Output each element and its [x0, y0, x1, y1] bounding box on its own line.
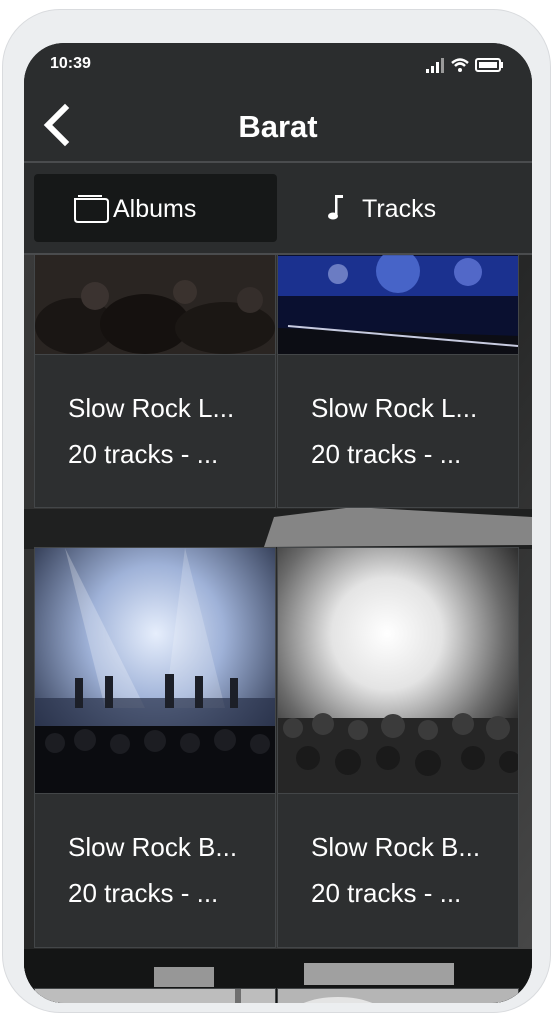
signal-icon [426, 58, 444, 73]
status-icons [426, 58, 503, 73]
battery-icon [475, 58, 503, 72]
album-subtitle: 20 tracks - ... [68, 439, 219, 469]
phone-frame: 10:39 Barat Albums Tracks Slow Rock L...… [2, 9, 551, 1013]
album-info: Slow Rock L... 20 tracks - ... [35, 354, 275, 507]
album-cover [35, 548, 275, 793]
tab-tracks-label: Tracks [362, 195, 437, 223]
album-cover [35, 989, 275, 1003]
album-grid[interactable]: Slow Rock L... 20 tracks - ... Slow Rock… [24, 255, 532, 1003]
album-card[interactable]: Slow Rock B... 20 tracks - ... [34, 547, 276, 948]
album-icon [74, 195, 109, 223]
album-title: Slow Rock B... [311, 832, 481, 862]
album-subtitle: 20 tracks - ... [311, 878, 462, 908]
album-cover [278, 989, 518, 1003]
album-card[interactable]: Slow Rock B... 20 tracks - ... [277, 547, 519, 948]
album-info: Slow Rock B... 20 tracks - ... [35, 793, 275, 947]
status-bar: 10:39 [24, 43, 532, 91]
album-card[interactable]: Slow Rock L... 20 tracks - ... [277, 255, 519, 508]
album-cover [278, 548, 518, 793]
app-header: Barat [24, 91, 532, 163]
album-title: Slow Rock L... [311, 393, 478, 423]
page-title: Barat [238, 109, 318, 144]
album-card[interactable] [34, 988, 276, 1003]
album-cover [278, 255, 518, 354]
app-screen: 10:39 Barat Albums Tracks Slow Rock L...… [24, 43, 532, 1003]
tab-tracks[interactable]: Tracks [280, 174, 523, 242]
music-note-icon [328, 195, 343, 220]
status-time: 10:39 [50, 55, 91, 72]
album-info: Slow Rock L... 20 tracks - ... [278, 354, 518, 507]
album-title: Slow Rock B... [68, 832, 238, 862]
album-subtitle: 20 tracks - ... [68, 878, 219, 908]
album-card[interactable]: Slow Rock L... 20 tracks - ... [34, 255, 276, 508]
album-subtitle: 20 tracks - ... [311, 439, 462, 469]
tab-albums-label: Albums [113, 195, 197, 223]
album-card[interactable] [277, 988, 519, 1003]
tab-albums[interactable]: Albums [34, 174, 277, 242]
tab-bar: Albums Tracks [24, 163, 532, 255]
wifi-icon [451, 58, 469, 72]
album-cover [35, 255, 275, 354]
album-info: Slow Rock B... 20 tracks - ... [278, 793, 518, 947]
album-title: Slow Rock L... [68, 393, 235, 423]
